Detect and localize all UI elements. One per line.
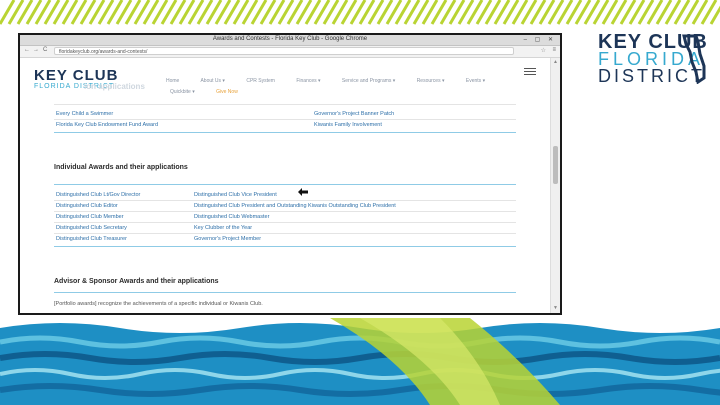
advisor-awards-heading: Advisor & Sponsor Awards and their appli… [54,278,219,285]
browser-toolbar: ← → C floridakeyclub.org/awards-and-cont… [20,46,560,58]
browser-titlebar: Awards and Contests - Florida Key Club -… [20,35,560,46]
forward-icon[interactable]: → [33,47,39,53]
section-divider [54,132,516,133]
link-governors-project-banner[interactable]: Governor's Project Banner Patch [314,111,394,117]
nav-finances[interactable]: Finances ▾ [296,78,320,84]
link-endowment-fund-award[interactable]: Florida Key Club Endowment Fund Award [56,122,158,128]
nav-service-programs[interactable]: Service and Programs ▾ [342,78,395,84]
divider [54,104,516,105]
florida-map-icon [682,34,706,84]
bookmark-star-icon[interactable]: ☆ [541,47,546,54]
site-nav: Home About Us ▾ CPR System Finances ▾ Se… [166,78,505,86]
chrome-menu-icon[interactable]: ≡ [552,47,556,53]
nav-quickbite[interactable]: Quickbite ▾ [170,89,195,95]
individual-awards-heading: Individual Awards and their applications [54,164,188,171]
scrollbar-thumb[interactable] [553,146,558,184]
bottom-decorative-band [0,318,720,405]
vertical-scrollbar[interactable]: ▲ ▼ [550,58,560,313]
nav-about-us[interactable]: About Us ▾ [200,78,224,84]
browser-window: Awards and Contests - Florida Key Club -… [18,33,562,315]
advisor-description: [Portfolio awards] recognize the achieve… [54,301,263,307]
top-decorative-band [0,0,720,26]
nav-resources[interactable]: Resources ▾ [417,78,445,84]
divider [54,200,516,201]
address-bar[interactable]: floridakeyclub.org/awards-and-contests/ [54,47,514,55]
window-title: Awards and Contests - Florida Key Club -… [212,36,368,42]
link-dc-treasurer[interactable]: Distinguished Club Treasurer [56,236,127,242]
site-nav-secondary: Quickbite ▾ Give Now [170,89,258,95]
window-controls[interactable]: – ▢ ✕ [524,36,556,43]
section-divider [54,184,516,185]
nav-home[interactable]: Home [166,78,179,84]
link-dc-editor[interactable]: Distinguished Club Editor [56,203,118,209]
link-governors-project-member[interactable]: Governor's Project Member [194,236,261,242]
link-dc-secretary[interactable]: Distinguished Club Secretary [56,225,127,231]
nav-events[interactable]: Events ▾ [466,78,485,84]
section-divider [54,292,516,293]
section-divider [54,246,516,247]
site-logo-title: KEY CLUB [34,67,119,84]
link-every-child-swimmer[interactable]: Every Child a Swimmer [56,111,113,117]
link-dc-president[interactable]: Distinguished Club President and Outstan… [194,203,396,209]
link-dc-vice-president[interactable]: Distinguished Club Vice President [194,192,277,198]
divider [54,233,516,234]
page-viewport: KEY CLUB FLORIDA DISTRICT ion applicatio… [20,58,550,313]
partial-heading: ion applications [84,82,145,91]
scroll-up-icon[interactable]: ▲ [553,59,558,65]
reload-icon[interactable]: C [43,47,47,53]
key-club-florida-logo: KEY CLUB FLORIDA DISTRICT [596,32,712,85]
divider [54,222,516,223]
link-dc-webmaster[interactable]: Distinguished Club Webmaster [194,214,269,220]
divider [54,119,516,120]
nav-cpr-system[interactable]: CPR System [246,78,275,84]
link-dc-ltgov-director[interactable]: Distinguished Club Lt/Gov Director [56,192,140,198]
link-key-clubber-of-year[interactable]: Key Clubber of the Year [194,225,252,231]
link-dc-member[interactable]: Distinguished Club Member [56,214,124,220]
hamburger-menu-icon[interactable] [524,68,536,76]
back-icon[interactable]: ← [24,47,30,53]
nav-give-now[interactable]: Give Now [216,89,238,95]
link-kiwanis-family-involvement[interactable]: Kiwanis Family Involvement [314,122,382,128]
divider [54,211,516,212]
pointer-arrow-icon [298,188,308,196]
scroll-down-icon[interactable]: ▼ [553,305,558,311]
site-logo[interactable]: KEY CLUB FLORIDA DISTRICT ion applicatio… [34,67,145,91]
